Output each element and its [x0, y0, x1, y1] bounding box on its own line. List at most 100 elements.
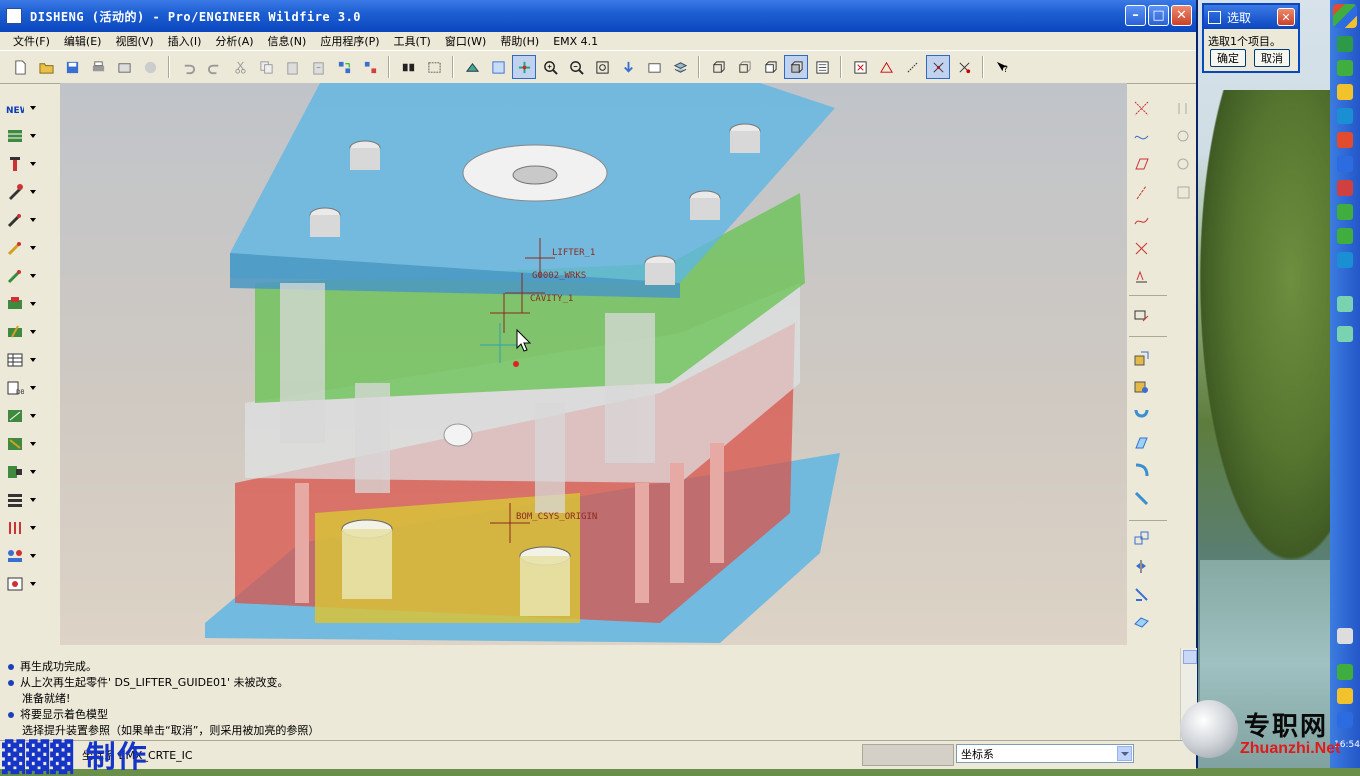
refit-icon[interactable]	[590, 55, 614, 79]
datum-axis-icon[interactable]	[1130, 181, 1152, 203]
sketch-icon[interactable]	[1130, 125, 1152, 147]
ejector-pin-icon[interactable]	[6, 152, 46, 176]
tray-icon-10[interactable]	[1337, 664, 1353, 680]
part-list-icon[interactable]	[6, 572, 46, 596]
drawing-icon[interactable]: DB	[6, 376, 46, 400]
keyboard-icon[interactable]	[1337, 628, 1353, 644]
copy-icon[interactable]	[254, 55, 278, 79]
wireframe-icon[interactable]	[706, 55, 730, 79]
slider-icon[interactable]	[6, 292, 46, 316]
assembly-icon[interactable]	[6, 460, 46, 484]
find-icon[interactable]	[396, 55, 420, 79]
menu-analysis[interactable]: 分析(A)	[208, 33, 260, 49]
sweep-icon[interactable]	[1130, 403, 1152, 425]
saved-views-icon[interactable]	[642, 55, 666, 79]
menu-insert[interactable]: 插入(I)	[161, 33, 209, 49]
warning-icon[interactable]	[1337, 84, 1353, 100]
datum-point-icon[interactable]	[1130, 237, 1152, 259]
maximize-button[interactable]: □	[1148, 5, 1169, 26]
menu-emx[interactable]: EMX 4.1	[546, 35, 605, 48]
dowel-pin-icon[interactable]	[6, 208, 46, 232]
print-icon[interactable]	[86, 55, 110, 79]
cut-icon[interactable]	[228, 55, 252, 79]
orient-icon[interactable]	[486, 55, 510, 79]
sprue-icon[interactable]	[6, 236, 46, 260]
chevron-down-icon[interactable]	[1117, 746, 1132, 761]
insert-sketch-icon[interactable]	[1130, 305, 1152, 327]
mold-base-icon[interactable]	[6, 124, 46, 148]
blend-icon[interactable]	[1130, 431, 1152, 453]
ok-button[interactable]: 确定	[1210, 49, 1246, 67]
bom-icon[interactable]	[6, 348, 46, 372]
cooling-icon[interactable]	[6, 264, 46, 288]
menu-file[interactable]: 文件(F)	[6, 33, 57, 49]
qq-icon[interactable]	[1337, 156, 1353, 172]
new-file-icon[interactable]	[8, 55, 32, 79]
csys-toggle-icon[interactable]	[926, 55, 950, 79]
tray-icon-8[interactable]	[1337, 228, 1353, 244]
datum-extra-1-icon[interactable]	[1172, 97, 1194, 119]
chamfer-icon[interactable]	[1130, 487, 1152, 509]
datum-point-toggle-icon[interactable]	[900, 55, 924, 79]
what-is-this-icon[interactable]: ?	[990, 55, 1014, 79]
merge-icon[interactable]	[1130, 583, 1152, 605]
taskbar-window-1[interactable]	[1337, 296, 1353, 312]
screw-icon[interactable]	[6, 180, 46, 204]
paste-special-icon[interactable]	[306, 55, 330, 79]
no-hidden-icon[interactable]	[758, 55, 782, 79]
shield-icon[interactable]	[1337, 36, 1353, 52]
revolve-icon[interactable]	[1130, 375, 1152, 397]
lifter-icon[interactable]	[6, 320, 46, 344]
datum-curve-icon[interactable]	[1130, 209, 1152, 231]
select-box-icon[interactable]	[422, 55, 446, 79]
emx-new-icon[interactable]: NEW	[6, 96, 46, 120]
regenerate-manager-icon[interactable]	[358, 55, 382, 79]
analysis-feature-icon[interactable]	[1130, 265, 1152, 287]
tray-icon-6[interactable]	[1337, 180, 1353, 196]
graphics-window[interactable]: LIFTER_1 G0002_WRKS CAVITY_1 BOM_CSYS_OR…	[60, 83, 1127, 645]
menu-help[interactable]: 帮助(H)	[493, 33, 546, 49]
layers-icon[interactable]	[668, 55, 692, 79]
round-icon[interactable]	[1130, 459, 1152, 481]
tray-icon-9[interactable]	[1337, 252, 1353, 268]
spin-center-icon[interactable]	[512, 55, 536, 79]
pattern-icon[interactable]	[1130, 527, 1152, 549]
menu-applications[interactable]: 应用程序(P)	[313, 33, 386, 49]
paste-icon[interactable]	[280, 55, 304, 79]
datum-plane-toggle-icon[interactable]	[848, 55, 872, 79]
menu-tools[interactable]: 工具(T)	[387, 33, 438, 49]
extrude-icon[interactable]	[1130, 347, 1152, 369]
regenerate-icon[interactable]	[332, 55, 356, 79]
zoom-in-icon[interactable]	[538, 55, 562, 79]
mirror-icon[interactable]	[1130, 555, 1152, 577]
app-tray-icon[interactable]	[1337, 132, 1353, 148]
zoom-out-icon[interactable]	[564, 55, 588, 79]
datum-extra-2-icon[interactable]	[1172, 125, 1194, 147]
shading-icon[interactable]	[784, 55, 808, 79]
ejector-set-icon[interactable]	[6, 516, 46, 540]
datum-axis-toggle-icon[interactable]	[874, 55, 898, 79]
datum-plane-icon[interactable]	[1130, 153, 1152, 175]
tray-icon-7[interactable]	[1337, 204, 1353, 220]
close-button[interactable]: ✕	[1171, 5, 1192, 26]
hidden-line-icon[interactable]	[732, 55, 756, 79]
start-button[interactable]	[1333, 4, 1357, 28]
connector-icon[interactable]	[6, 544, 46, 568]
network-icon[interactable]	[1337, 60, 1353, 76]
volume-icon[interactable]	[1337, 712, 1353, 728]
minimize-button[interactable]: –	[1125, 5, 1146, 26]
cancel-button[interactable]: 取消	[1254, 49, 1290, 67]
menu-view[interactable]: 视图(V)	[108, 33, 160, 49]
datum-csys-icon[interactable]	[1130, 97, 1152, 119]
redo-icon[interactable]	[202, 55, 226, 79]
undo-icon[interactable]	[176, 55, 200, 79]
repaint-icon[interactable]	[460, 55, 484, 79]
send-mail-icon[interactable]	[112, 55, 136, 79]
stack-icon[interactable]	[6, 488, 46, 512]
datum-display-toggle-icon[interactable]	[952, 55, 976, 79]
menu-edit[interactable]: 编辑(E)	[57, 33, 109, 49]
view-manager-icon[interactable]	[616, 55, 640, 79]
model-tree-icon[interactable]	[810, 55, 834, 79]
trim-icon[interactable]	[1130, 611, 1152, 633]
cavity-icon[interactable]	[6, 432, 46, 456]
